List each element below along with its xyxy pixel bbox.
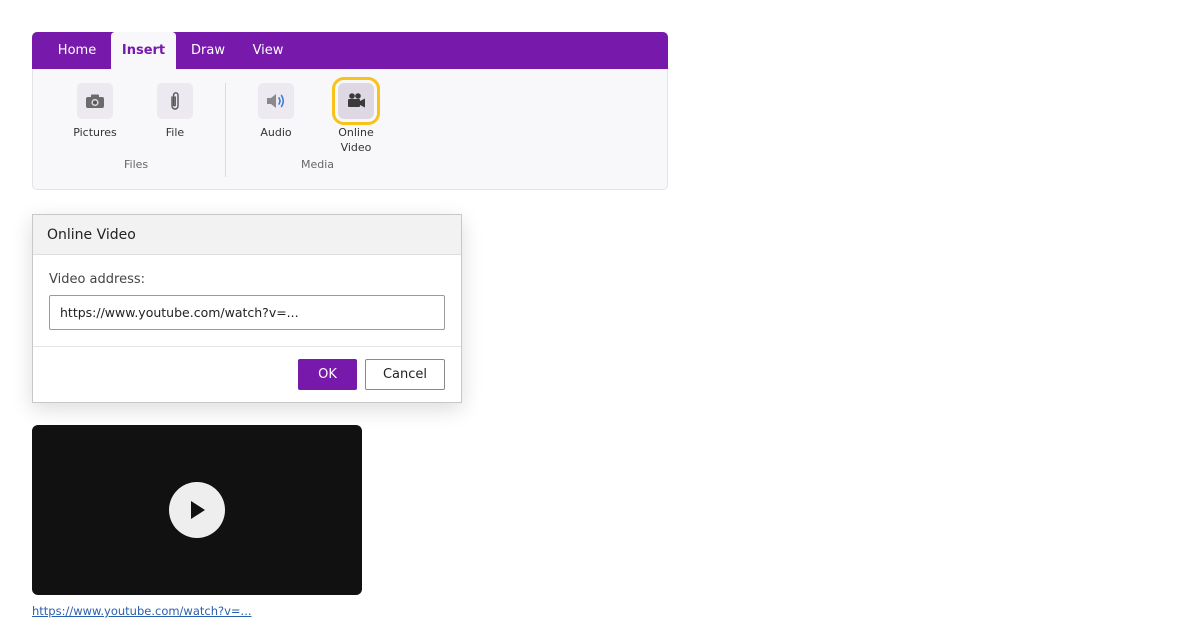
dialog-divider — [33, 346, 461, 347]
tab-view[interactable]: View — [242, 32, 294, 69]
tab-draw[interactable]: Draw — [180, 32, 236, 69]
video-camera-icon — [332, 77, 380, 125]
audio-label: Audio — [260, 126, 292, 139]
online-video-dialog: Online Video Video address: OK Cancel — [32, 214, 462, 403]
tab-home[interactable]: Home — [44, 32, 110, 69]
audio-button[interactable]: Audio — [251, 83, 301, 140]
dialog-title: Online Video — [33, 215, 461, 255]
ok-button[interactable]: OK — [298, 359, 357, 390]
speaker-icon — [258, 83, 294, 119]
file-button[interactable]: File — [150, 83, 200, 140]
ribbon-tab-bar: Home Insert Draw View — [32, 32, 668, 69]
video-address-input[interactable] — [49, 295, 445, 330]
pictures-label: Pictures — [73, 126, 117, 139]
online-video-button[interactable]: Online Video — [331, 77, 381, 155]
file-label: File — [165, 126, 185, 139]
camera-icon — [77, 83, 113, 119]
pictures-button[interactable]: Pictures — [70, 83, 120, 140]
online-video-label: Online Video — [338, 126, 374, 154]
paperclip-icon — [157, 83, 193, 119]
cancel-button[interactable]: Cancel — [365, 359, 445, 390]
play-icon[interactable] — [169, 482, 225, 538]
video-address-label: Video address: — [49, 272, 146, 287]
files-group-label: Files — [124, 158, 149, 171]
video-link[interactable]: https://www.youtube.com/watch?v=... — [32, 604, 252, 618]
tab-insert[interactable]: Insert — [111, 32, 176, 69]
media-group-label: Media — [301, 158, 335, 171]
ribbon: Home Insert Draw View Pictures File File… — [32, 32, 668, 190]
group-divider — [225, 83, 226, 177]
embedded-video-player[interactable] — [32, 425, 362, 595]
